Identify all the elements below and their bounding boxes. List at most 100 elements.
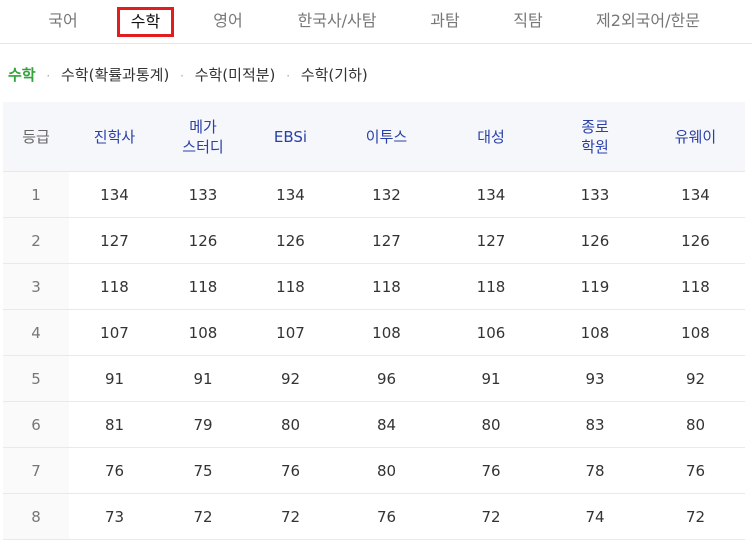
column-header-line: 메가 — [189, 117, 217, 136]
score-cell: 72 — [246, 493, 335, 540]
score-cell: 134 — [69, 171, 160, 218]
score-cell: 119 — [544, 263, 646, 310]
score-cell: 79 — [160, 401, 246, 448]
score-cell: 118 — [646, 263, 745, 310]
subject-tab-bar: 국어 수학 영어 한국사/사탐 과탐 직탐 제2외국어/한문 — [0, 0, 752, 44]
score-cell: 76 — [335, 493, 438, 540]
score-cell: 107 — [69, 309, 160, 356]
score-cell: 106 — [438, 309, 544, 356]
score-cell: 108 — [646, 309, 745, 356]
score-cell: 126 — [246, 217, 335, 264]
column-header-jongro: 종로 학원 — [544, 102, 646, 172]
column-header-line: 이투스 — [365, 127, 408, 146]
score-cell: 118 — [335, 263, 438, 310]
score-cell: 92 — [246, 355, 335, 402]
table-row: 5 91 91 92 96 91 93 92 — [3, 355, 745, 402]
score-cell: 134 — [646, 171, 745, 218]
column-header-megastudy: 메가 스터디 — [160, 102, 246, 172]
subtab-separator: · — [286, 69, 291, 83]
tab-history-social[interactable]: 한국사/사탐 — [288, 7, 386, 37]
math-subtab-bar: 수학 · 수학(확률과통계) · 수학(미적분) · 수학(기하) — [8, 64, 368, 88]
grade-cell: 3 — [3, 263, 69, 310]
tab-english[interactable]: 영어 — [208, 7, 248, 37]
score-cell: 118 — [246, 263, 335, 310]
tab-vocational[interactable]: 직탐 — [508, 7, 548, 37]
score-cell: 92 — [646, 355, 745, 402]
subtab-probability-statistics[interactable]: 수학(확률과통계) — [61, 66, 169, 84]
score-cell: 133 — [544, 171, 646, 218]
score-cell: 76 — [646, 447, 745, 494]
score-cell: 80 — [646, 401, 745, 448]
tab-korean[interactable]: 국어 — [43, 7, 83, 37]
grade-cell: 1 — [3, 171, 69, 218]
score-cell: 76 — [246, 447, 335, 494]
score-cell: 80 — [246, 401, 335, 448]
score-cell: 81 — [69, 401, 160, 448]
column-header-line: 학원 — [581, 137, 609, 156]
table-row: 4 107 108 107 108 106 108 108 — [3, 309, 745, 356]
grade-cell: 6 — [3, 401, 69, 448]
column-header-etoos: 이투스 — [335, 102, 438, 172]
table-row: 8 73 72 72 76 72 74 72 — [3, 493, 745, 540]
subtab-separator: · — [46, 69, 51, 83]
score-cell: 80 — [438, 401, 544, 448]
subtab-geometry[interactable]: 수학(기하) — [301, 66, 368, 84]
score-cell: 76 — [438, 447, 544, 494]
subtab-math[interactable]: 수학 — [8, 66, 36, 84]
score-cell: 73 — [69, 493, 160, 540]
score-cell: 126 — [160, 217, 246, 264]
score-cell: 76 — [69, 447, 160, 494]
grade-cell: 7 — [3, 447, 69, 494]
column-header-uway: 유웨이 — [646, 102, 745, 172]
score-cell: 132 — [335, 171, 438, 218]
score-cell: 84 — [335, 401, 438, 448]
column-header-line: 유웨이 — [674, 127, 717, 146]
score-cell: 108 — [335, 309, 438, 356]
grade-cutoff-table: 등급 진학사 메가 스터디 EBSi 이투스 대성 종로 학원 유웨이 1 134 13… — [3, 102, 745, 540]
table-row: 2 127 126 126 127 127 126 126 — [3, 217, 745, 264]
grade-cell: 5 — [3, 355, 69, 402]
score-cell: 127 — [69, 217, 160, 264]
table-row: 3 118 118 118 118 118 119 118 — [3, 263, 745, 310]
grade-cell: 4 — [3, 309, 69, 356]
score-cell: 107 — [246, 309, 335, 356]
score-cell: 91 — [69, 355, 160, 402]
table-row: 1 134 133 134 132 134 133 134 — [3, 171, 745, 218]
score-cell: 108 — [544, 309, 646, 356]
column-header-line: 대성 — [477, 127, 505, 146]
score-cell: 80 — [335, 447, 438, 494]
score-cell: 83 — [544, 401, 646, 448]
grade-cell: 8 — [3, 493, 69, 540]
score-cell: 118 — [438, 263, 544, 310]
column-header-jinhaksa: 진학사 — [69, 102, 160, 172]
score-cell: 74 — [544, 493, 646, 540]
grade-column-header: 등급 — [3, 102, 69, 172]
score-cell: 91 — [160, 355, 246, 402]
column-header-line: EBSi — [273, 127, 308, 146]
score-cell: 72 — [646, 493, 745, 540]
score-cell: 133 — [160, 171, 246, 218]
score-cell: 127 — [335, 217, 438, 264]
score-cell: 118 — [160, 263, 246, 310]
column-header-line: 종로 — [581, 117, 609, 136]
grade-cell: 2 — [3, 217, 69, 264]
column-header-line: 진학사 — [93, 127, 136, 146]
score-cell: 72 — [160, 493, 246, 540]
score-cell: 108 — [160, 309, 246, 356]
column-header-daesung: 대성 — [438, 102, 544, 172]
score-cell: 127 — [438, 217, 544, 264]
tab-math[interactable]: 수학 — [117, 7, 174, 37]
score-cell: 91 — [438, 355, 544, 402]
tab-second-language[interactable]: 제2외국어/한문 — [586, 7, 710, 37]
table-row: 6 81 79 80 84 80 83 80 — [3, 401, 745, 448]
score-cell: 93 — [544, 355, 646, 402]
score-cell: 126 — [544, 217, 646, 264]
subtab-calculus[interactable]: 수학(미적분) — [195, 66, 276, 84]
table-header-row: 등급 진학사 메가 스터디 EBSi 이투스 대성 종로 학원 유웨이 — [3, 102, 745, 172]
column-header-ebsi: EBSi — [246, 102, 335, 172]
score-cell: 96 — [335, 355, 438, 402]
column-header-line: 스터디 — [182, 137, 224, 156]
score-cell: 118 — [69, 263, 160, 310]
table-row: 7 76 75 76 80 76 78 76 — [3, 447, 745, 494]
tab-science[interactable]: 과탐 — [425, 7, 465, 37]
